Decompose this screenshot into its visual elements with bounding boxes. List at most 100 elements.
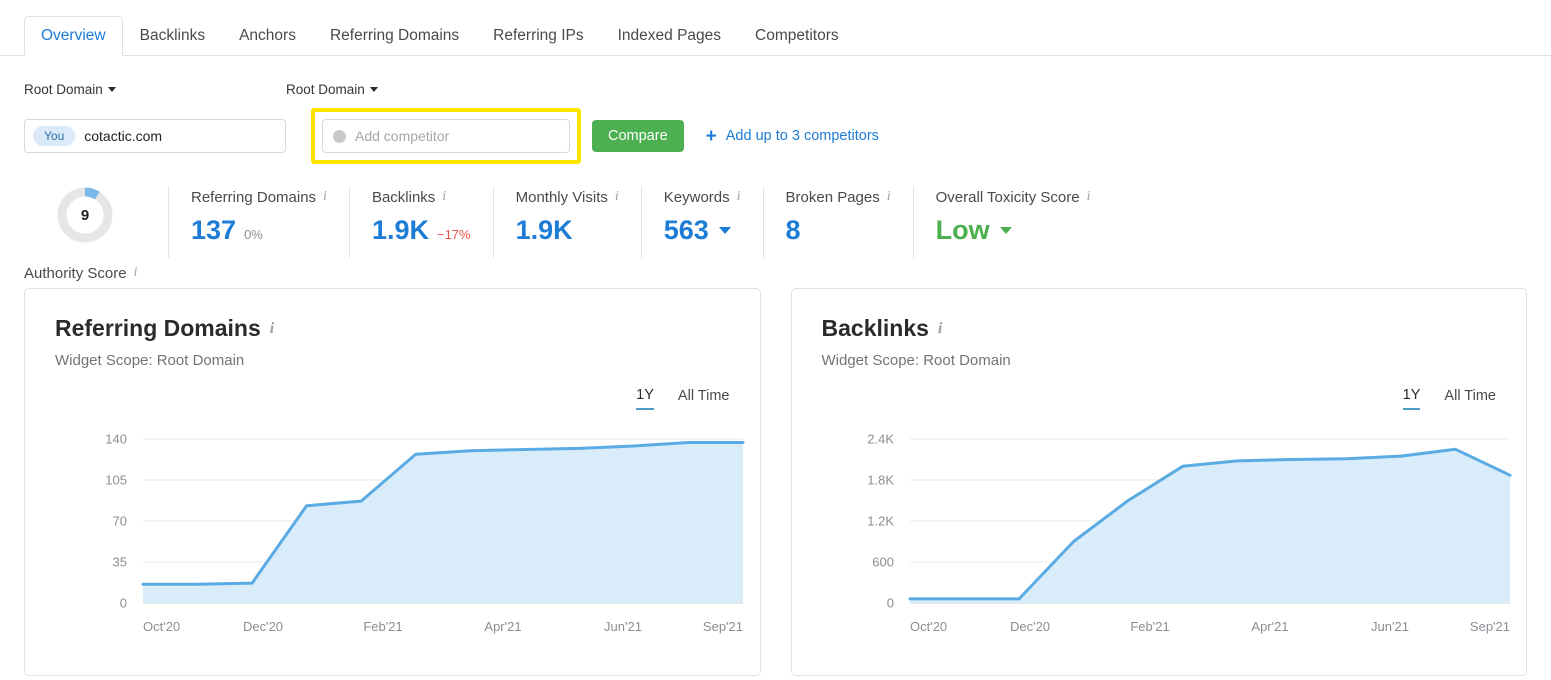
- metrics-summary-row: 9 Authority Score i Referring Domains i …: [24, 186, 1527, 264]
- tab-indexed-pages[interactable]: Indexed Pages: [601, 16, 738, 57]
- metric-keywords-label: Keywords: [664, 189, 730, 206]
- chevron-down-icon[interactable]: [1000, 227, 1012, 234]
- svg-text:Jun'21: Jun'21: [604, 619, 642, 634]
- circle-dot-icon: [333, 130, 346, 143]
- panel-backlinks-subtitle: Widget Scope: Root Domain: [822, 352, 1497, 369]
- scope-selectors: Root Domain Root Domain: [24, 78, 1527, 100]
- svg-text:35: 35: [113, 555, 127, 570]
- panel-referring-domains-subtitle: Widget Scope: Root Domain: [55, 352, 730, 369]
- svg-text:0: 0: [886, 596, 893, 611]
- metric-keywords-value: 563: [664, 217, 709, 244]
- svg-text:1.2K: 1.2K: [867, 514, 894, 529]
- tab-referring-domains[interactable]: Referring Domains: [313, 16, 476, 57]
- panel-backlinks-range-toggle: 1Y All Time: [1403, 387, 1496, 410]
- chart-backlinks: 0 600 1.2K 1.8K 2.4K Oct'20 Dec'20 Feb'21 Apr'21…: [792, 429, 1527, 649]
- metric-overall-toxicity-score: Overall Toxicity Score i Low: [913, 186, 1113, 258]
- tab-referring-domains-label: Referring Domains: [330, 27, 459, 44]
- svg-text:Sep'21: Sep'21: [1469, 619, 1509, 634]
- svg-text:Jun'21: Jun'21: [1371, 619, 1409, 634]
- info-icon[interactable]: i: [442, 189, 446, 205]
- metric-backlinks: Backlinks i 1.9K −17%: [349, 186, 493, 258]
- info-icon[interactable]: i: [1087, 189, 1091, 205]
- main-tab-bar: Overview Backlinks Anchors Referring Dom…: [0, 0, 1551, 56]
- svg-text:600: 600: [872, 555, 894, 570]
- info-icon[interactable]: i: [134, 265, 138, 281]
- metric-monthly-visits-label: Monthly Visits: [516, 189, 608, 206]
- tab-referring-ips-label: Referring IPs: [493, 27, 583, 44]
- scope-selector-competitor[interactable]: Root Domain: [286, 82, 378, 97]
- competitor-input[interactable]: [355, 128, 559, 144]
- metric-keywords: Keywords i 563: [641, 186, 763, 258]
- tab-overview-label: Overview: [41, 27, 106, 44]
- compare-toolbar: Root Domain Root Domain You cotactic.com…: [0, 56, 1551, 164]
- info-icon[interactable]: i: [615, 189, 619, 205]
- metric-backlinks-value: 1.9K: [372, 217, 429, 244]
- info-icon[interactable]: i: [323, 189, 327, 205]
- metric-broken-pages-value: 8: [786, 217, 801, 244]
- metric-broken-pages-label: Broken Pages: [786, 189, 880, 206]
- tab-competitors-label: Competitors: [755, 27, 839, 44]
- svg-text:Oct'20: Oct'20: [910, 619, 947, 634]
- svg-text:0: 0: [120, 596, 127, 611]
- authority-score-header: Authority Score i: [24, 262, 146, 284]
- competitor-input-container[interactable]: [322, 119, 570, 153]
- svg-text:105: 105: [105, 473, 127, 488]
- tab-overview[interactable]: Overview: [24, 16, 123, 57]
- svg-text:Feb'21: Feb'21: [1130, 619, 1169, 634]
- svg-text:140: 140: [105, 432, 127, 447]
- metric-referring-domains-label: Referring Domains: [191, 189, 316, 206]
- tab-referring-ips[interactable]: Referring IPs: [476, 16, 600, 57]
- info-icon[interactable]: i: [938, 320, 942, 338]
- tab-backlinks[interactable]: Backlinks: [123, 16, 222, 57]
- metric-referring-domains-delta: 0%: [244, 227, 263, 242]
- metric-referring-domains-value: 137: [191, 217, 236, 244]
- panel-backlinks-title-text: Backlinks: [822, 315, 929, 342]
- scope-selector-own[interactable]: Root Domain: [24, 82, 286, 97]
- metric-backlinks-delta: −17%: [437, 227, 471, 242]
- compare-button[interactable]: Compare: [592, 120, 684, 152]
- panel-referring-domains-title-text: Referring Domains: [55, 315, 261, 342]
- svg-text:Feb'21: Feb'21: [363, 619, 402, 634]
- range-all-time[interactable]: All Time: [1444, 388, 1496, 409]
- chart-referring-domains: 03570105140Oct'20Dec'20Feb'21Apr'21Jun'2…: [25, 429, 760, 649]
- svg-text:Dec'20: Dec'20: [243, 619, 283, 634]
- authority-score-donut: 9: [56, 186, 114, 244]
- panel-referring-domains: Referring Domains i Widget Scope: Root D…: [24, 288, 761, 676]
- info-icon[interactable]: i: [887, 189, 891, 205]
- svg-text:Sep'21: Sep'21: [703, 619, 743, 634]
- metric-monthly-visits: Monthly Visits i 1.9K: [493, 186, 641, 258]
- metric-broken-pages: Broken Pages i 8: [763, 186, 913, 258]
- metric-backlinks-label: Backlinks: [372, 189, 435, 206]
- chart-panels: Referring Domains i Widget Scope: Root D…: [24, 288, 1527, 676]
- authority-score-label: Authority Score: [24, 265, 127, 282]
- svg-text:Apr'21: Apr'21: [1251, 619, 1288, 634]
- svg-text:2.4K: 2.4K: [867, 432, 894, 447]
- tab-anchors-label: Anchors: [239, 27, 296, 44]
- metric-overall-toxicity-score-value: Low: [936, 217, 990, 244]
- chevron-down-icon[interactable]: [719, 227, 731, 234]
- svg-text:1.8K: 1.8K: [867, 473, 894, 488]
- compare-inputs-row: You cotactic.com Compare + Add up to 3 c…: [24, 108, 1527, 164]
- svg-text:70: 70: [113, 514, 127, 529]
- competitor-input-highlight: [311, 108, 581, 164]
- info-icon[interactable]: i: [737, 189, 741, 205]
- svg-text:Dec'20: Dec'20: [1009, 619, 1049, 634]
- tab-backlinks-label: Backlinks: [140, 27, 205, 44]
- svg-text:Oct'20: Oct'20: [143, 619, 180, 634]
- range-1y[interactable]: 1Y: [636, 387, 654, 410]
- own-domain-field[interactable]: You cotactic.com: [24, 119, 286, 153]
- chevron-down-icon: [108, 87, 116, 92]
- metric-monthly-visits-value: 1.9K: [516, 217, 573, 244]
- range-all-time[interactable]: All Time: [678, 388, 730, 409]
- tab-anchors[interactable]: Anchors: [222, 16, 313, 57]
- panel-referring-domains-title: Referring Domains i: [55, 315, 730, 342]
- plus-icon: +: [706, 127, 717, 146]
- tab-competitors[interactable]: Competitors: [738, 16, 856, 57]
- chevron-down-icon: [370, 87, 378, 92]
- info-icon[interactable]: i: [270, 320, 274, 338]
- scope-selector-own-label: Root Domain: [24, 82, 103, 97]
- tab-indexed-pages-label: Indexed Pages: [618, 27, 721, 44]
- panel-referring-domains-range-toggle: 1Y All Time: [636, 387, 729, 410]
- add-competitors-link[interactable]: + Add up to 3 competitors: [706, 127, 879, 146]
- range-1y[interactable]: 1Y: [1403, 387, 1421, 410]
